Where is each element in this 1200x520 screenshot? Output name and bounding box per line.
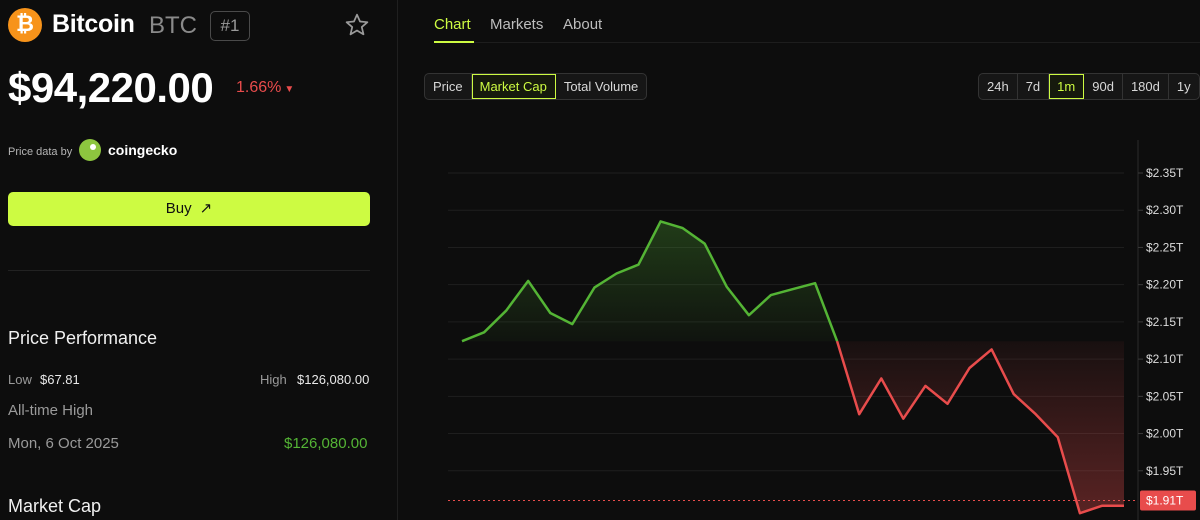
market-cap-title: Market Cap [8,496,102,516]
market-cap-chart[interactable]: $2.35T $2.30T $2.25T $2.20T $2.15T $2.10T $2.0… [448,140,1200,520]
area-below-baseline [837,341,1124,514]
tab-about[interactable]: About [563,16,602,33]
y-tick-label: $2.10T [1146,352,1184,366]
price-performance-title: Price Performance [8,328,158,348]
tab-markets[interactable]: Markets [490,16,543,33]
all-time-high-value: $126,080.00 [284,435,368,452]
y-tick-label: $1.95T [1146,464,1184,478]
tabs-divider [434,42,1200,43]
active-tab-indicator [434,41,474,43]
area-above-baseline [462,221,838,342]
chart-type-market-cap[interactable]: Market Cap [471,74,556,99]
coingecko-link[interactable]: coingecko [108,142,177,158]
chart-type-selector: Price Market Cap Total Volume [424,73,648,100]
y-tick-label: $2.20T [1146,278,1184,292]
y-tick-label: $2.05T [1146,389,1184,403]
current-value-label: $1.91T [1146,494,1184,508]
arrow-up-right-icon: ↗ [199,200,213,217]
chart-type-price[interactable]: Price [425,74,472,99]
high-value: $126,080.00 [297,372,370,387]
time-range-selector: 24h 7d 1m 90d 180d 1y [978,73,1200,100]
high-label: High [260,372,287,387]
bitcoin-logo-icon: ₿ [8,8,42,42]
chart-type-total-volume[interactable]: Total Volume [556,74,646,99]
range-24h[interactable]: 24h [979,74,1018,99]
range-90d[interactable]: 90d [1084,74,1123,99]
y-tick-label: $2.15T [1146,315,1184,329]
current-price: $94,220.00 [8,64,214,111]
tab-chart[interactable]: Chart [434,16,471,33]
price-change-value: 1.66% [236,79,282,96]
y-tick-label: $2.30T [1146,203,1184,217]
buy-button-label: Buy [165,200,192,217]
coingecko-logo-icon[interactable] [79,139,101,161]
all-time-high-date: Mon, 6 Oct 2025 [8,435,119,452]
all-time-high-label: All-time High [8,402,94,419]
range-7d[interactable]: 7d [1018,74,1050,99]
y-tick-label: $2.00T [1146,427,1184,441]
y-tick-label: $2.25T [1146,240,1184,254]
range-1m[interactable]: 1m [1049,74,1085,99]
range-180d[interactable]: 180d [1123,74,1169,99]
range-1y[interactable]: 1y [1169,74,1199,99]
down-triangle-icon: ▼ [284,84,295,95]
coin-name: Bitcoin [52,10,135,38]
price-change: 1.66% ▼ [236,79,294,97]
coin-summary-panel: ₿ Bitcoin BTC #1 $94,220.00 1.66% ▼ Price… [0,0,398,520]
low-label: Low [8,372,32,387]
buy-button[interactable]: Buy ↗ [8,192,370,226]
divider [8,270,370,271]
star-icon[interactable] [344,12,370,38]
low-value: $67.81 [40,372,80,387]
coin-symbol: BTC [149,12,197,39]
y-tick-label: $2.35T [1146,166,1184,180]
rank-badge: #1 [210,11,250,41]
price-data-label: Price data by [8,146,73,158]
